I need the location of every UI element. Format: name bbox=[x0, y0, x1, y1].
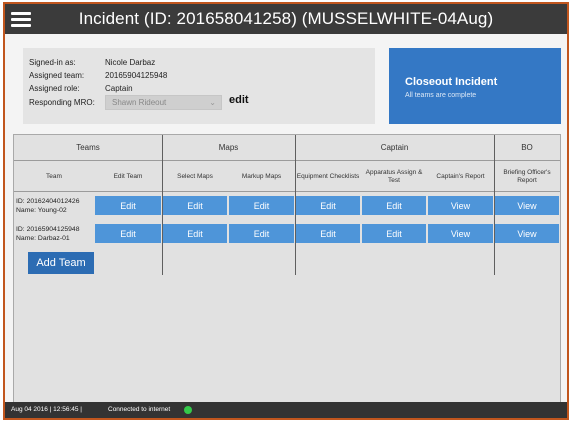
captains-report-view-button[interactable]: View bbox=[428, 196, 493, 215]
closeout-title: Closeout Incident bbox=[405, 76, 498, 88]
apparatus-assign-button[interactable]: Edit bbox=[362, 224, 426, 243]
assigned-role-label: Assigned role: bbox=[29, 84, 80, 93]
page-title: Incident (ID: 201658041258) (MUSSELWHITE… bbox=[78, 9, 494, 28]
select-maps-button[interactable]: Edit bbox=[163, 224, 227, 243]
col-header-select-maps: Select Maps bbox=[177, 173, 213, 180]
markup-maps-button[interactable]: Edit bbox=[229, 224, 294, 243]
chevron-down-icon: ⌄ bbox=[209, 98, 216, 107]
status-bar: Aug 04 2016 | 12:56:45 | Connected to in… bbox=[5, 402, 567, 418]
select-maps-button[interactable]: Edit bbox=[163, 196, 227, 215]
add-team-button[interactable]: Add Team bbox=[28, 252, 94, 274]
team-name: Name: Young-02 bbox=[16, 207, 67, 214]
equipment-checklists-button[interactable]: Edit bbox=[296, 196, 360, 215]
responding-mro-value: Shawn Rideout bbox=[112, 98, 167, 107]
equipment-checklists-button[interactable]: Edit bbox=[296, 224, 360, 243]
status-datetime: Aug 04 2016 | 12:56:45 | bbox=[11, 406, 82, 413]
team-row-info: ID: 20165904125948 Name: Darbaz-01 bbox=[16, 225, 80, 243]
group-header-teams: Teams bbox=[76, 143, 100, 152]
closeout-subtitle: All teams are complete bbox=[405, 92, 477, 99]
title-bar: Incident (ID: 201658041258) (MUSSELWHITE… bbox=[5, 4, 567, 34]
assigned-team-value: 20165904125948 bbox=[105, 71, 168, 80]
user-info-panel: Signed-in as: Nicole Darbaz Assigned tea… bbox=[23, 48, 375, 124]
col-header-team: Team bbox=[46, 173, 62, 180]
team-id: ID: 20165904125948 bbox=[16, 226, 80, 233]
col-header-equipment-checklists: Equipment Checklists bbox=[296, 173, 360, 180]
responding-mro-label: Responding MRO: bbox=[29, 98, 95, 107]
markup-maps-button[interactable]: Edit bbox=[229, 196, 294, 215]
group-header-maps: Maps bbox=[218, 143, 239, 152]
closeout-incident-button[interactable]: Closeout Incident All teams are complete bbox=[389, 48, 561, 124]
group-header-row: Teams Maps Captain BO bbox=[14, 135, 560, 161]
col-header-edit-team: Edit Team bbox=[113, 173, 143, 180]
apparatus-assign-button[interactable]: Edit bbox=[362, 196, 426, 215]
team-name: Name: Darbaz-01 bbox=[16, 235, 70, 242]
mro-edit-link[interactable]: edit bbox=[229, 94, 249, 106]
responding-mro-select[interactable]: Shawn Rideout ⌄ bbox=[105, 95, 222, 110]
responding-mro-row: Responding MRO: Shawn Rideout ⌄ edit bbox=[29, 94, 369, 110]
app-window: Incident (ID: 201658041258) (MUSSELWHITE… bbox=[3, 2, 569, 420]
column-header-row: Team Edit Team Select Maps Markup Maps E… bbox=[14, 162, 560, 192]
team-id: ID: 20162404012426 bbox=[16, 198, 80, 205]
connection-status: Connected to internet bbox=[108, 406, 171, 413]
connection-indicator-icon bbox=[184, 406, 192, 414]
team-row-info: ID: 20162404012426 Name: Young-02 bbox=[16, 197, 80, 215]
signed-in-value: Nicole Darbaz bbox=[105, 58, 156, 67]
col-header-briefing-officers-report: Briefing Officer's Report bbox=[503, 169, 551, 184]
group-header-captain: Captain bbox=[380, 143, 409, 152]
group-header-bo: BO bbox=[521, 143, 533, 152]
assigned-role-value: Captain bbox=[105, 84, 133, 93]
briefing-report-view-button[interactable]: View bbox=[495, 224, 559, 243]
hamburger-menu-icon[interactable] bbox=[11, 9, 31, 29]
signed-in-label: Signed-in as: bbox=[29, 58, 76, 67]
captains-report-view-button[interactable]: View bbox=[428, 224, 493, 243]
briefing-report-view-button[interactable]: View bbox=[495, 196, 559, 215]
col-header-captains-report: Captain's Report bbox=[436, 173, 485, 180]
assigned-team-label: Assigned team: bbox=[29, 71, 85, 80]
col-header-markup-maps: Markup Maps bbox=[241, 173, 282, 180]
edit-team-button[interactable]: Edit bbox=[95, 224, 161, 243]
edit-team-button[interactable]: Edit bbox=[95, 196, 161, 215]
team-board: Teams Maps Captain BO Team Edit Team Sel… bbox=[13, 134, 561, 404]
col-header-apparatus-assign: Apparatus Assign & Test bbox=[365, 169, 423, 184]
